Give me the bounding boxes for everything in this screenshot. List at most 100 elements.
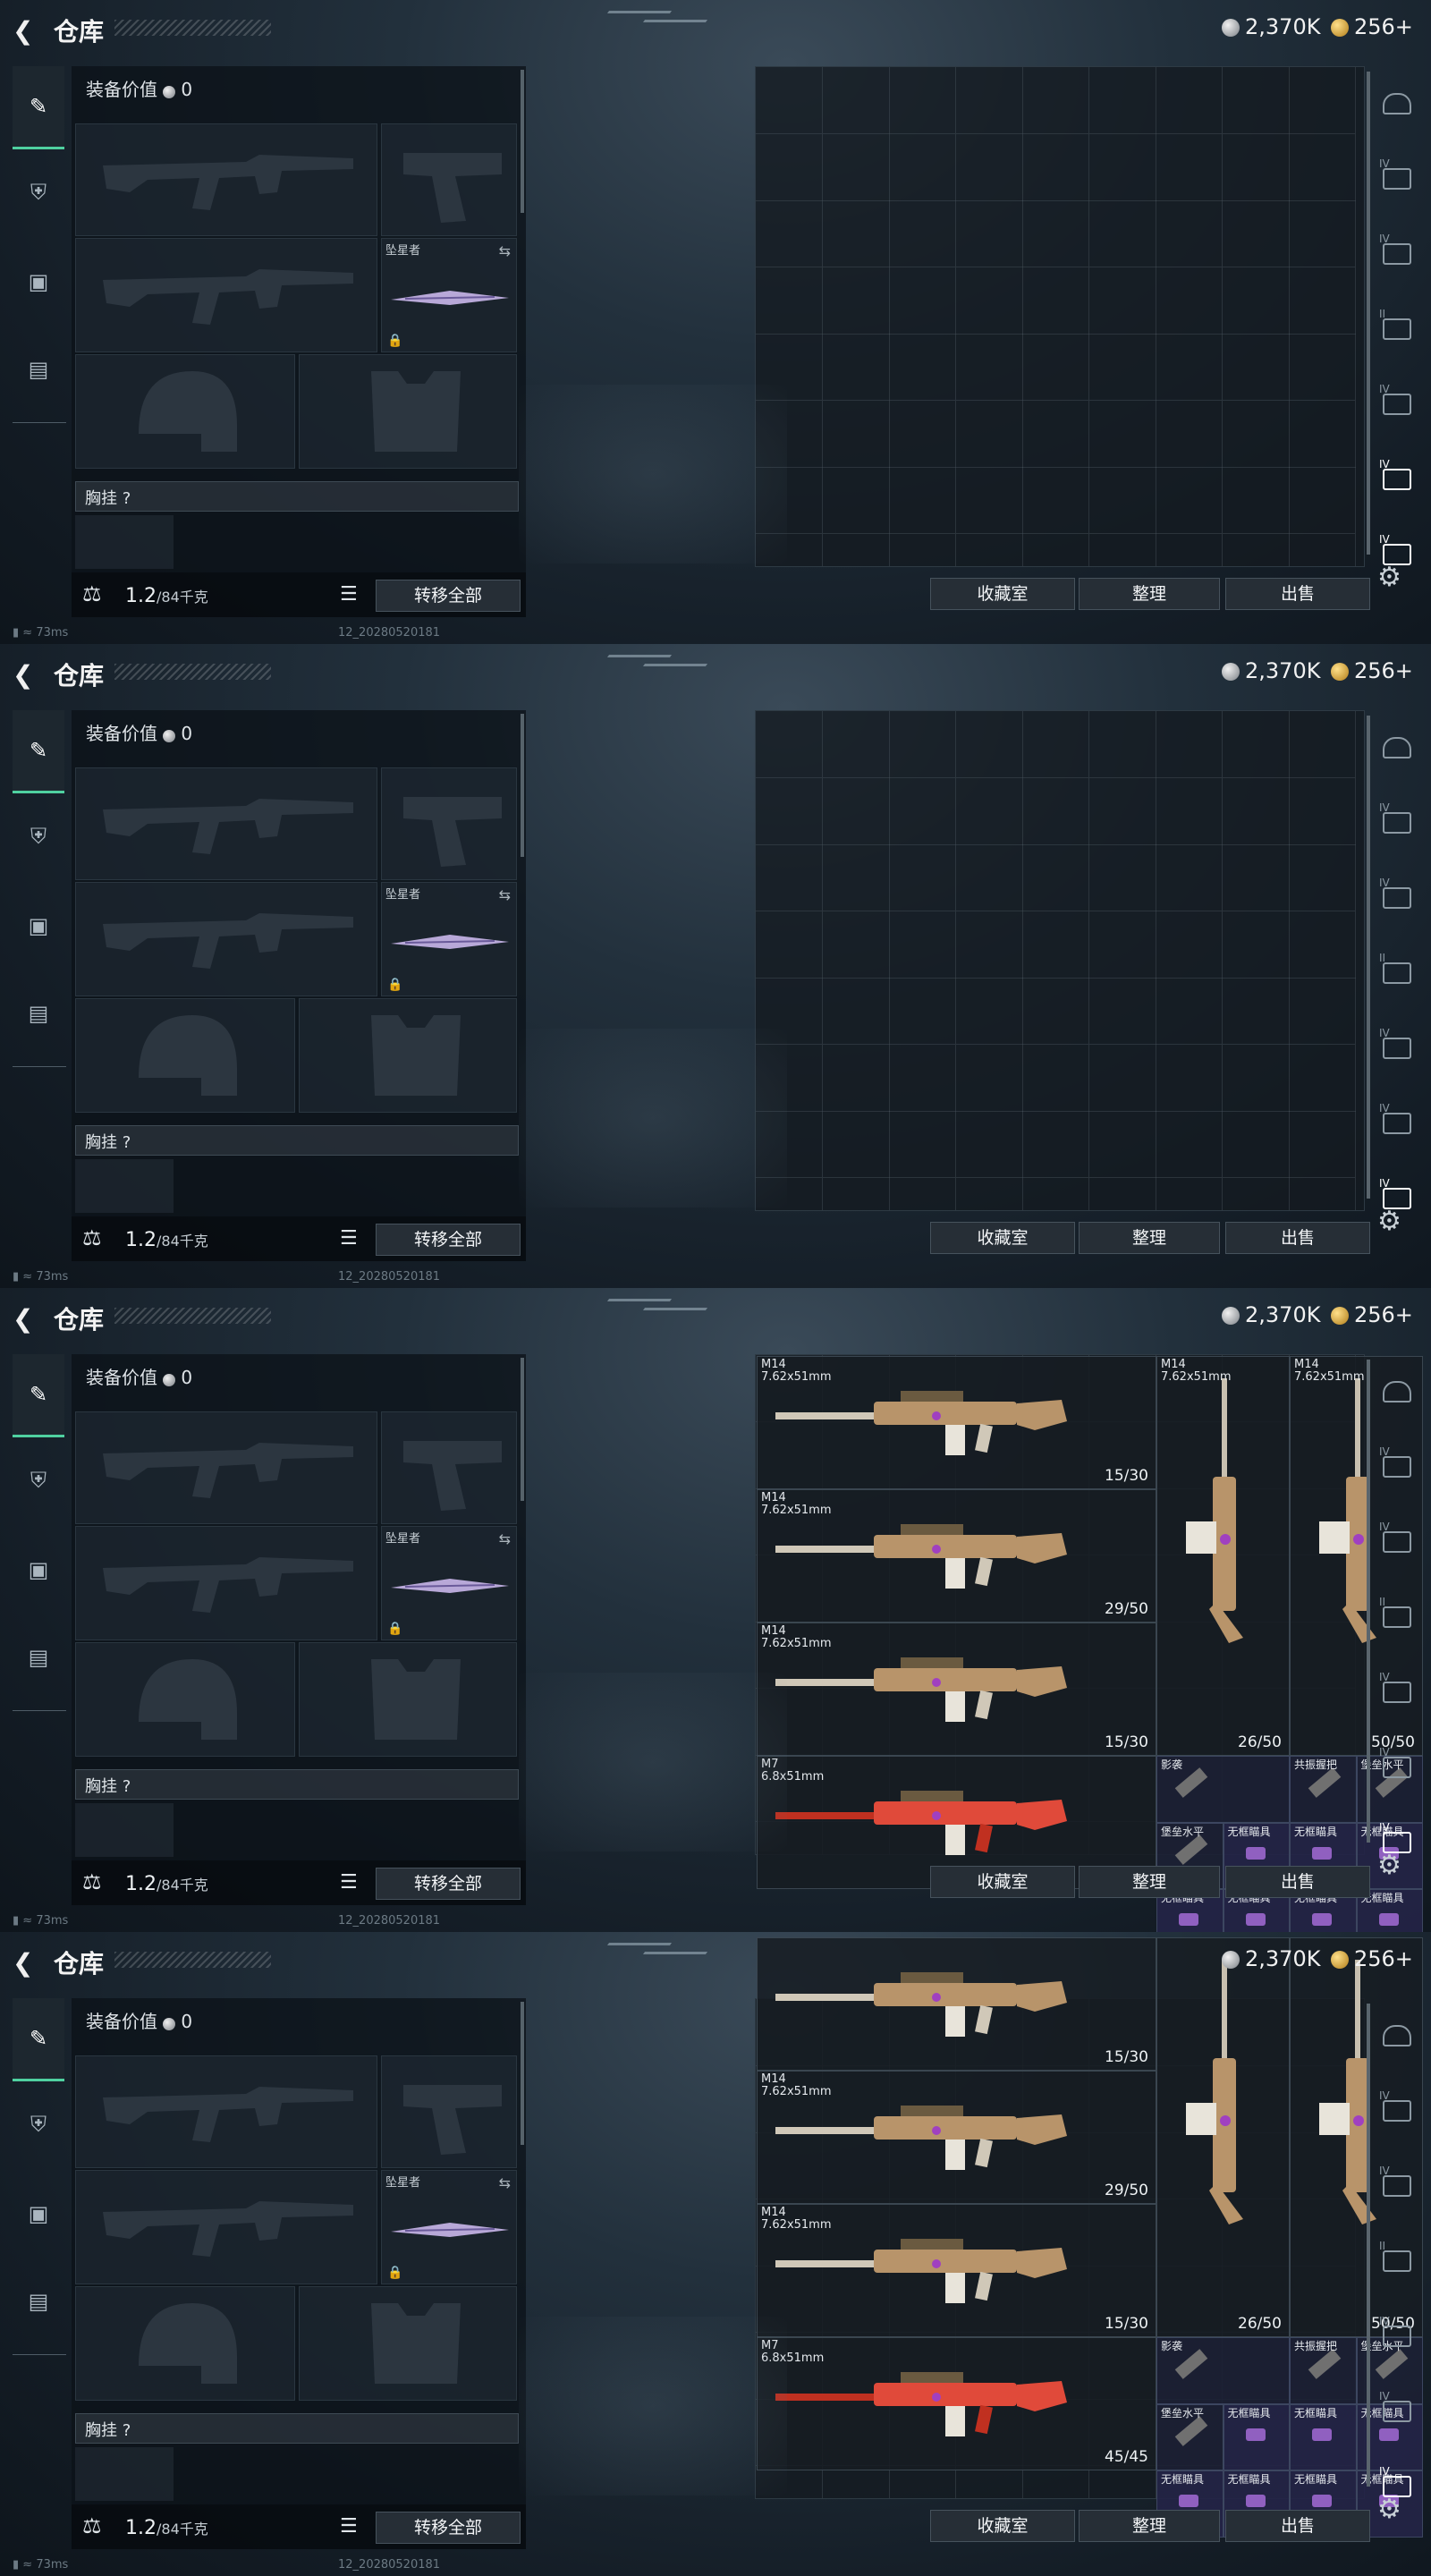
grid-cell[interactable] xyxy=(1156,844,1223,911)
primary-weapon-slot[interactable] xyxy=(75,1411,377,1524)
grid-cell[interactable] xyxy=(1022,133,1089,201)
grid-cell[interactable] xyxy=(1289,844,1356,911)
armor-slot[interactable] xyxy=(299,2286,517,2401)
transfer-all-button[interactable]: 转移全部 xyxy=(376,2512,521,2544)
storage-scrollbar[interactable] xyxy=(1367,716,1370,1199)
grid-cell[interactable] xyxy=(955,400,1023,468)
grid-cell[interactable] xyxy=(756,334,823,401)
grid-cell[interactable] xyxy=(889,267,956,335)
tab-storage-page-1[interactable]: IV xyxy=(1374,785,1418,860)
grid-cell[interactable] xyxy=(889,1111,956,1178)
grid-cell[interactable] xyxy=(1088,334,1156,401)
grid-cell[interactable] xyxy=(889,467,956,534)
transfer-all-button[interactable]: 转移全部 xyxy=(376,580,521,612)
tab-storage-page-4[interactable]: IV xyxy=(1374,1011,1418,1086)
sell-button[interactable]: 出售 xyxy=(1225,578,1370,610)
list-icon[interactable]: ☰ xyxy=(340,2515,358,2538)
storage-scrollbar[interactable] xyxy=(1367,2004,1370,2487)
grid-cell[interactable] xyxy=(1088,1044,1156,1112)
organize-button[interactable]: 整理 xyxy=(1079,1222,1220,1254)
grid-cell[interactable] xyxy=(889,1044,956,1112)
list-icon[interactable]: ☰ xyxy=(340,1871,358,1894)
tab-backpack[interactable]: ▣ xyxy=(13,886,64,966)
helmet-slot[interactable] xyxy=(75,1642,295,1757)
grid-cell[interactable] xyxy=(955,978,1023,1045)
attachment-grip[interactable]: 共振握把 xyxy=(1290,1756,1357,1823)
tab-storage-page-2[interactable]: IV xyxy=(1374,860,1418,936)
grid-cell[interactable] xyxy=(1022,1044,1089,1112)
grid-cell[interactable] xyxy=(1222,67,1290,134)
grid-cell[interactable] xyxy=(1289,467,1356,534)
chest-rig-slot[interactable] xyxy=(75,2447,174,2501)
list-icon[interactable]: ☰ xyxy=(340,583,358,606)
grid-cell[interactable] xyxy=(1289,1177,1356,1210)
melee-slot[interactable]: 坠星者 ⇆ 🔒 xyxy=(381,882,517,996)
grid-cell[interactable] xyxy=(822,711,890,778)
tab-storage-page-5[interactable]: IV xyxy=(1374,442,1418,517)
tab-storage-page-5[interactable]: IV xyxy=(1374,1730,1418,1805)
grid-cell[interactable] xyxy=(889,711,956,778)
armor-slot[interactable] xyxy=(299,1642,517,1757)
grid-cell[interactable] xyxy=(955,133,1023,201)
attachment-sight[interactable]: 无框瞄具 xyxy=(1223,2403,1290,2470)
list-icon[interactable]: ☰ xyxy=(340,1227,358,1250)
grid-cell[interactable] xyxy=(822,911,890,979)
grid-cell[interactable] xyxy=(1156,1177,1223,1210)
grid-cell[interactable] xyxy=(756,777,823,845)
grid-cell[interactable] xyxy=(1222,334,1290,401)
tab-backpack[interactable]: ▣ xyxy=(13,2174,64,2254)
weapon-item[interactable]: M14 7.62x51mm 15/30 xyxy=(757,1623,1156,1756)
sell-button[interactable]: 出售 xyxy=(1225,1222,1370,1254)
grid-cell[interactable] xyxy=(1088,200,1156,267)
grid-cell[interactable] xyxy=(889,133,956,201)
grid-cell[interactable] xyxy=(1022,467,1089,534)
grid-cell[interactable] xyxy=(1088,978,1156,1045)
grid-cell[interactable] xyxy=(955,267,1023,335)
grid-cell[interactable] xyxy=(1088,711,1156,778)
grid-cell[interactable] xyxy=(1022,1111,1089,1178)
tab-armor[interactable]: ⛨ xyxy=(13,152,64,233)
grid-cell[interactable] xyxy=(1022,777,1089,845)
grid-cell[interactable] xyxy=(822,133,890,201)
grid-cell[interactable] xyxy=(1289,1111,1356,1178)
pistol-slot[interactable] xyxy=(381,767,517,880)
grid-cell[interactable] xyxy=(1022,711,1089,778)
grid-cell[interactable] xyxy=(756,978,823,1045)
armor-slot[interactable] xyxy=(299,998,517,1113)
grid-cell[interactable] xyxy=(1156,1111,1223,1178)
grid-cell[interactable] xyxy=(1156,1044,1223,1112)
grid-cell[interactable] xyxy=(1088,400,1156,468)
primary-weapon-slot[interactable] xyxy=(75,123,377,236)
grid-cell[interactable] xyxy=(889,533,956,566)
grid-cell[interactable] xyxy=(822,67,890,134)
primary-weapon-slot[interactable] xyxy=(75,2055,377,2168)
grid-cell[interactable] xyxy=(1156,133,1223,201)
swap-icon[interactable]: ⇆ xyxy=(499,242,511,259)
grid-cell[interactable] xyxy=(1289,777,1356,845)
gear-icon[interactable]: ⚙ xyxy=(1377,562,1401,593)
primary-weapon-slot[interactable] xyxy=(75,767,377,880)
grid-cell[interactable] xyxy=(1088,133,1156,201)
organize-button[interactable]: 整理 xyxy=(1079,2510,1220,2542)
organize-button[interactable]: 整理 xyxy=(1079,1866,1220,1898)
melee-slot[interactable]: 坠星者 ⇆ 🔒 xyxy=(381,2170,517,2284)
grid-cell[interactable] xyxy=(889,400,956,468)
tab-storage-page-1[interactable]: IV xyxy=(1374,141,1418,216)
secondary-weapon-slot[interactable] xyxy=(75,882,377,996)
grid-cell[interactable] xyxy=(822,334,890,401)
grid-cell[interactable] xyxy=(889,2465,956,2498)
grid-cell[interactable] xyxy=(1088,67,1156,134)
grid-cell[interactable] xyxy=(1022,67,1089,134)
tab-weapons[interactable]: ✎ xyxy=(13,1354,64,1437)
grid-cell[interactable] xyxy=(756,911,823,979)
grid-cell[interactable] xyxy=(1289,334,1356,401)
tab-case[interactable]: ▤ xyxy=(13,329,64,410)
grid-cell[interactable] xyxy=(1222,1111,1290,1178)
grid-cell[interactable] xyxy=(1222,978,1290,1045)
transfer-all-button[interactable]: 转移全部 xyxy=(376,1868,521,1900)
tab-storage-page-5[interactable]: IV xyxy=(1374,2374,1418,2449)
chest-rig-slot[interactable] xyxy=(75,515,174,569)
equipment-scrollbar[interactable] xyxy=(521,70,524,213)
grid-cell[interactable] xyxy=(955,200,1023,267)
grid-cell[interactable] xyxy=(1022,200,1089,267)
